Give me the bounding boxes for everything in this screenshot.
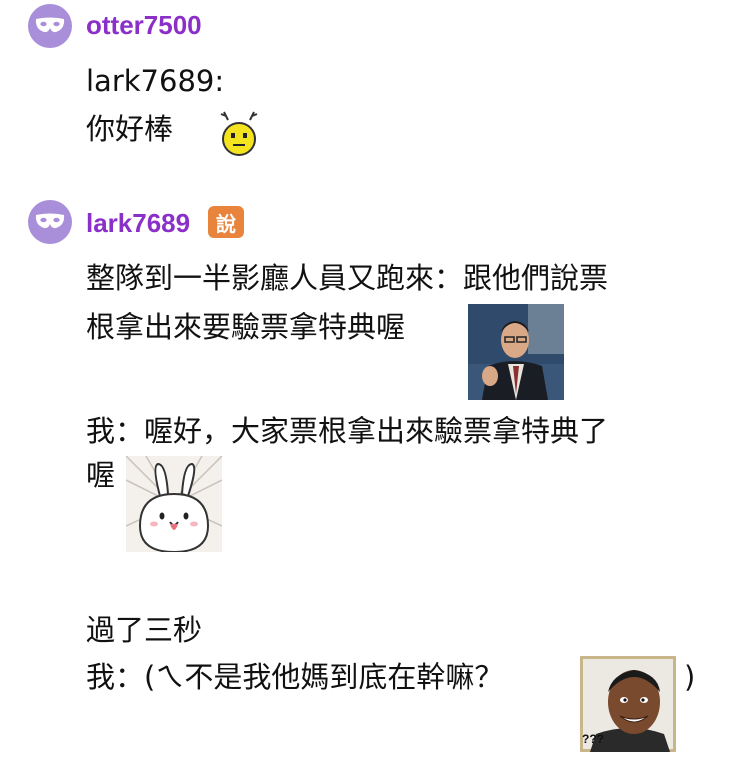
reply-badge: 說 [208,206,244,238]
mask-icon [35,17,65,33]
man-in-suit-photo [468,304,564,400]
sticker-caption: ??? [582,732,604,746]
message-text: 整隊到一半影廳人員又跑來：跟他們說票 [86,261,609,295]
username[interactable]: lark7689 [86,208,190,239]
message-text: 你好棒 [86,112,174,146]
user-avatar[interactable] [28,4,72,48]
smiley-emoji-icon [216,106,262,158]
user-avatar[interactable] [28,200,72,244]
message-text: 我：喔好，大家票根拿出來驗票拿特典了 [86,414,609,448]
mask-icon [35,213,65,229]
message-text: 喔 [86,458,116,492]
message-text: lark7689: [86,64,225,98]
confused-man-photo: ??? [580,656,676,752]
message-text: ) [684,660,696,694]
message-text: 我：(ㄟ不是我他媽到底在幹嘛？ [86,660,504,694]
username[interactable]: otter7500 [86,10,202,41]
white-bunny-sticker [126,456,222,552]
message-text: 根拿出來要驗票拿特典喔 [86,310,406,344]
message-text: 過了三秒 [86,613,203,647]
